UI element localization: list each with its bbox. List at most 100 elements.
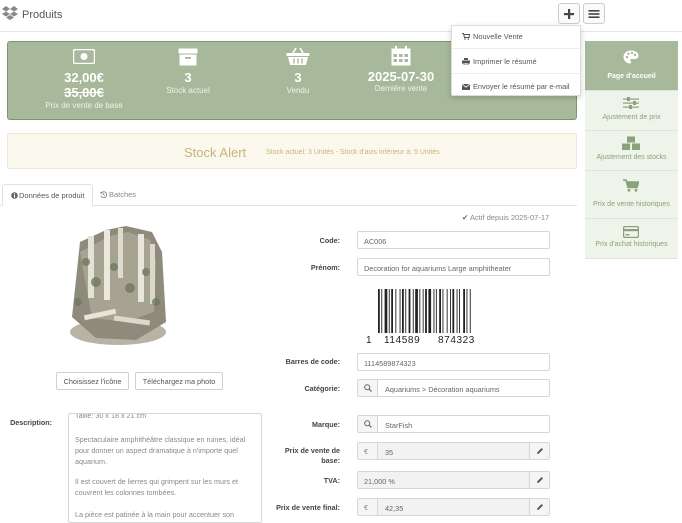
name-field[interactable]: Decoration for aquariums Large amphithea… xyxy=(357,258,550,276)
brand-search-addon[interactable] xyxy=(358,416,378,432)
tab-batches[interactable]: Batches xyxy=(92,184,144,206)
currency-symbol: € xyxy=(364,503,369,512)
barcode-digit-left: 1 xyxy=(366,335,372,346)
actions-dropdown-menu: Nouvelle Vente Imprimer le résumé Envoye… xyxy=(451,25,582,96)
pencil-icon xyxy=(537,504,543,510)
sidebar-item-stock-adjustment[interactable]: Ajustement des stocks xyxy=(585,131,678,171)
sidebar-item-sale-price-history[interactable]: Prix de vente historiques xyxy=(585,171,678,219)
add-button[interactable] xyxy=(558,3,580,24)
price-value: 32,00€ xyxy=(64,70,104,85)
description-line: La pièce est patinée à la main pour acce… xyxy=(75,510,235,519)
printer-icon xyxy=(462,58,470,66)
sidebar-item-stock-adjustment-label: Ajustement des stocks xyxy=(596,154,667,161)
menu-item-print-summary[interactable]: Imprimer le résumé xyxy=(462,57,537,66)
page-title: Produits xyxy=(22,9,63,21)
stock-label: Stock actuel xyxy=(166,86,210,95)
barcode-value: 1114589874323 xyxy=(364,359,416,368)
final-price-value: 42,35 xyxy=(385,504,404,513)
description-textarea[interactable]: Taille: 30 x 18 x 21 cm Spectaculaire am… xyxy=(68,413,262,523)
sold-label: Vendu xyxy=(286,86,310,95)
tab-product-data[interactable]: Données de produit xyxy=(2,184,94,206)
pencil-icon xyxy=(537,477,543,483)
code-field[interactable]: AC006 xyxy=(357,231,550,249)
base-price-field[interactable]: € 35 xyxy=(357,442,550,460)
description-line: Taille: 30 x 18 x 21 cm xyxy=(75,413,147,420)
cart-icon xyxy=(462,33,471,40)
dropbox-box-icon xyxy=(2,5,18,21)
menu-divider xyxy=(452,48,582,49)
sidebar-item-home[interactable]: Page d'accueil xyxy=(585,41,678,91)
product-image xyxy=(70,226,166,345)
credit-card-icon xyxy=(623,226,639,238)
brand-label: Marque: xyxy=(312,420,340,429)
name-value: Decoration for aquariums Large amphithea… xyxy=(364,264,512,273)
history-icon xyxy=(99,191,108,199)
category-field[interactable]: Aquariums > Décoration aquariums xyxy=(357,379,550,397)
upload-photo-button[interactable]: Téléchargez ma photo xyxy=(135,372,223,390)
final-price-label: Prix de vente final: xyxy=(276,503,340,512)
barcode-field[interactable]: 1114589874323 xyxy=(357,353,550,371)
tab-batches-label: Batches xyxy=(109,190,137,199)
edit-final-price-button[interactable] xyxy=(529,499,549,515)
basket-icon xyxy=(286,47,310,65)
currency-symbol: € xyxy=(364,447,369,456)
barcode-digits-right: 874323 xyxy=(438,335,475,346)
price-old-value: 35,00€ xyxy=(64,85,104,100)
description-label: Description: xyxy=(10,418,52,427)
base-price-label-line1: Prix de vente de xyxy=(284,446,340,455)
stock-alert-detail: Stock actuel: 3 Unités - Stock d'avis in… xyxy=(266,149,440,156)
hamburger-icon xyxy=(588,10,600,18)
description-line: Il est couvert de lierres qui grimpent s… xyxy=(75,477,238,497)
plus-icon xyxy=(564,9,574,19)
banknote-icon xyxy=(73,49,95,64)
menu-item-new-sale-label: Nouvelle Vente xyxy=(473,32,523,41)
vat-value: 21,000 % xyxy=(364,477,395,486)
cart-icon xyxy=(623,179,639,192)
stock-alert-title: Stock Alert xyxy=(184,145,247,160)
edit-vat-button[interactable] xyxy=(529,472,549,488)
category-search-addon[interactable] xyxy=(358,380,378,396)
base-price-label-line2: base: xyxy=(321,456,340,465)
sidebar-item-sale-price-history-label: Prix de vente historiques xyxy=(593,201,670,208)
menu-button[interactable] xyxy=(583,3,605,24)
final-price-field[interactable]: € 42,35 xyxy=(357,498,550,516)
category-value: Aquariums > Décoration aquariums xyxy=(385,385,500,394)
brand-field[interactable]: StarFish xyxy=(357,415,550,433)
palette-icon xyxy=(623,50,639,64)
search-icon xyxy=(364,384,372,392)
sidebar-item-purchase-price-history-label: Prix d'achat historiques xyxy=(595,241,668,248)
active-since-text: Actif depuis 2025-07-17 xyxy=(469,213,550,222)
cubes-icon xyxy=(622,136,640,150)
barcode-digits-mid: 114589 xyxy=(384,335,421,346)
sidebar-item-price-adjustment-label: Ajustement de prix xyxy=(602,114,661,121)
menu-divider xyxy=(452,73,582,74)
archive-box-icon xyxy=(178,48,198,66)
vat-label: TVA: xyxy=(323,476,340,485)
menu-item-print-summary-label: Imprimer le résumé xyxy=(473,57,537,66)
sidebar-item-purchase-price-history[interactable]: Prix d'achat historiques xyxy=(585,219,678,259)
menu-item-new-sale[interactable]: Nouvelle Vente xyxy=(462,32,523,41)
code-value: AC006 xyxy=(364,237,387,246)
stock-alert-banner: Stock Alert Stock actuel: 3 Unités - Sto… xyxy=(7,133,577,169)
tab-product-data-label: Données de produit xyxy=(19,191,85,200)
edit-base-price-button[interactable] xyxy=(529,443,549,459)
envelope-icon xyxy=(461,83,471,90)
brand-value: StarFish xyxy=(385,421,413,430)
last-sale-value: 2025-07-30 xyxy=(367,69,435,84)
menu-item-email-summary-label: Envoyer le résumé par e-mail xyxy=(473,82,570,91)
category-label: Catégorie: xyxy=(304,384,340,393)
code-label: Code: xyxy=(319,236,340,245)
vat-field[interactable]: 21,000 % xyxy=(357,471,550,489)
active-since-status: ✔ Actif depuis 2025-07-17 xyxy=(462,213,549,222)
choose-icon-button[interactable]: Choisissez l'icône xyxy=(56,372,129,390)
calendar-icon xyxy=(391,46,411,66)
sidebar-item-price-adjustment[interactable]: Ajustement de prix xyxy=(585,91,678,131)
search-icon xyxy=(364,420,372,428)
sidebar-item-home-label: Page d'accueil xyxy=(607,73,656,80)
menu-item-email-summary[interactable]: Envoyer le résumé par e-mail xyxy=(461,82,570,91)
last-sale-label: Dernière vente xyxy=(374,84,428,93)
pencil-icon xyxy=(537,448,543,454)
stock-value: 3 xyxy=(184,70,192,85)
sold-value: 3 xyxy=(294,70,302,85)
description-line: Spectaculaire amphithéâtre classique en … xyxy=(75,435,246,466)
